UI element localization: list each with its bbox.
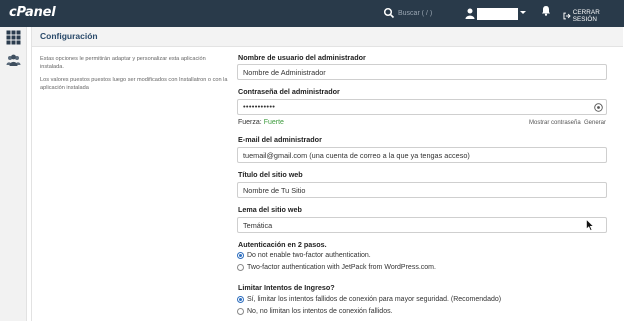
radio-button[interactable]	[237, 264, 244, 271]
search-icon[interactable]	[383, 7, 395, 19]
admin-email-input[interactable]: tuemail@gmail.com (una cuenta de correo …	[237, 147, 607, 163]
login-limit-label: Limitar Intentos de Ingreso?	[238, 283, 335, 292]
admin-username-label: Nombre de usuario del administrador	[238, 53, 366, 62]
panel-description-1: Estas opciones le permitirán adaptar y p…	[40, 56, 206, 70]
site-title-label: Título del sitio web	[238, 170, 303, 179]
two-factor-label: Autenticación en 2 pasos.	[238, 240, 327, 249]
site-tagline-label: Lema del sitio web	[238, 205, 302, 214]
admin-password-label: Contraseña del administrador	[238, 87, 340, 96]
radio-button[interactable]	[237, 252, 244, 259]
panel-header: Configuración	[32, 27, 623, 47]
login-limit-option-no[interactable]: No, no limitan los intentos de conexión …	[237, 308, 393, 315]
username-redacted[interactable]	[477, 8, 518, 20]
site-tagline-input[interactable]: Temática	[237, 217, 607, 233]
two-factor-option-jetpack[interactable]: Two-factor authentication with JetPack f…	[237, 264, 436, 271]
two-factor-option-label: Do not enable two-factor authentication.	[247, 252, 371, 259]
bell-icon[interactable]	[541, 5, 551, 16]
left-sidebar	[0, 27, 27, 321]
logout-label: CERRAR SESIÓN	[572, 9, 600, 23]
grid-icon[interactable]	[6, 30, 21, 45]
admin-username-value: Nombre de Administrador	[243, 68, 326, 77]
login-limit-option-label: No, no limitan los intentos de conexión …	[247, 308, 393, 315]
radio-button[interactable]	[237, 308, 244, 315]
admin-password-input[interactable]: •••••••••••	[237, 99, 607, 115]
radio-button[interactable]	[237, 296, 244, 303]
show-password-link[interactable]: Mostrar contraseña	[529, 120, 581, 126]
panel-title: Configuración	[40, 31, 98, 41]
login-limit-option-yes[interactable]: Sí, limitar los intentos fallidos de con…	[237, 296, 501, 303]
two-factor-option-disable[interactable]: Do not enable two-factor authentication.	[237, 252, 371, 259]
users-icon[interactable]	[6, 53, 21, 68]
chevron-down-icon[interactable]	[520, 11, 526, 14]
logout-button[interactable]: CERRAR SESIÓN	[563, 9, 624, 23]
admin-email-label: E-mail del administrador	[238, 135, 322, 144]
site-tagline-value: Temática	[243, 221, 273, 230]
mouse-cursor-icon	[586, 219, 594, 231]
login-limit-option-label: Sí, limitar los intentos fallidos de con…	[247, 296, 502, 303]
panel-description-2: Los valores puestos puestos luego ser mo…	[40, 77, 228, 91]
password-strength-value: Fuerte	[263, 119, 284, 126]
configuration-panel: Configuración Estas opciones le permitir…	[31, 27, 623, 321]
admin-password-value: •••••••••••	[243, 102, 276, 111]
site-title-value: Nombre de Tu Sitio	[243, 186, 306, 195]
user-icon[interactable]	[465, 8, 475, 19]
generate-password-link[interactable]: Generar	[584, 120, 606, 126]
two-factor-option-label: Two-factor authentication with JetPack f…	[247, 264, 436, 271]
admin-username-input[interactable]: Nombre de Administrador	[237, 64, 607, 80]
password-strength-label: Fuerza:	[238, 119, 262, 126]
search-input[interactable]	[398, 6, 466, 21]
site-title-input[interactable]: Nombre de Tu Sitio	[237, 182, 607, 198]
cpanel-logo[interactable]: cPanel	[9, 5, 56, 20]
logout-icon	[563, 12, 571, 20]
password-strength: Fuerza: Fuerte	[238, 119, 284, 126]
top-bar: cPanel CERRAR SESIÓN	[0, 0, 624, 27]
admin-email-value: tuemail@gmail.com (una cuenta de correo …	[243, 151, 470, 160]
eye-icon[interactable]	[594, 103, 603, 112]
